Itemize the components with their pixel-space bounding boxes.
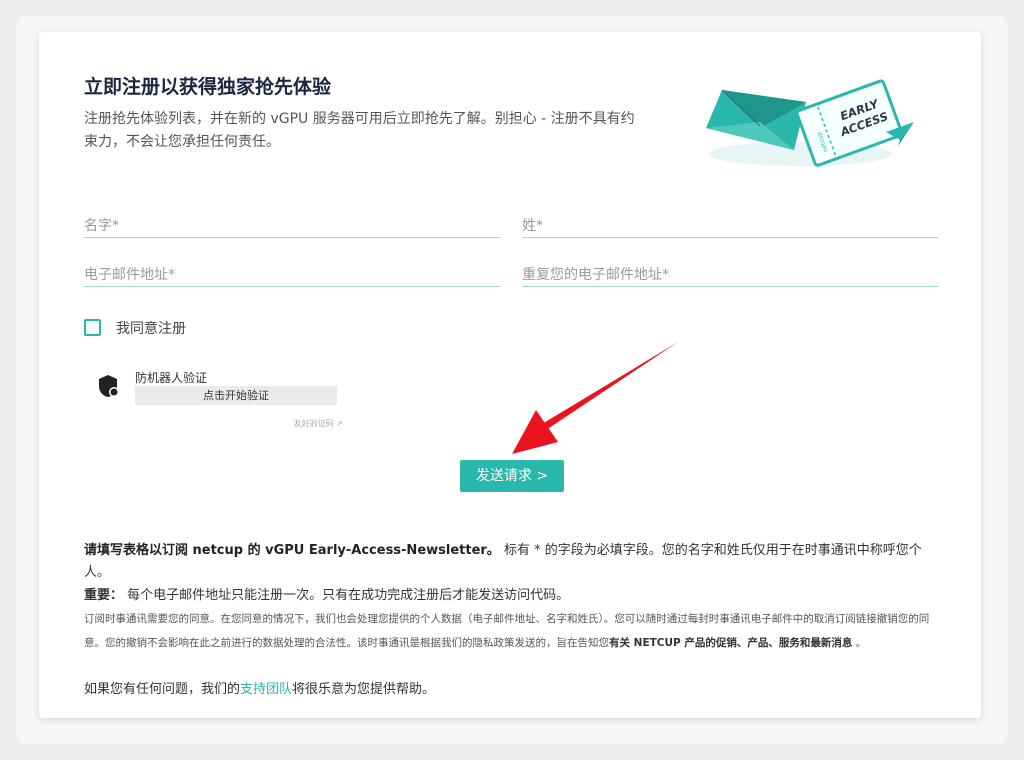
email-repeat-field[interactable]: 重复您的电子邮件地址* (522, 256, 938, 287)
info-p3-end: 。 (852, 637, 867, 649)
info-paragraph-3: 订阅时事通讯需要您的同意。在您同意的情况下，我们也会处理您提供的个人数据（电子邮… (84, 607, 944, 655)
early-access-illustration: EARLY ACCESS netcup (706, 79, 914, 167)
email-field[interactable]: 电子邮件地址* (84, 256, 500, 287)
info-p2-rest: 每个电子邮件地址只能注册一次。只有在成功完成注册后才能发送访问代码。 (123, 588, 570, 603)
page-title: 立即注册以获得独家抢先体验 (84, 76, 332, 98)
shield-icon (99, 375, 119, 397)
agree-checkbox[interactable] (84, 319, 101, 336)
info-p4-before: 如果您有任何问题，我们的 (84, 682, 241, 697)
info-paragraph-1: 请填写表格以订阅 netcup 的 vGPU Early-Access-News… (84, 540, 944, 584)
captcha-widget: 防机器人验证 点击开始验证 友好验证码 ↗ (84, 358, 349, 434)
info-p2-bold: 重要： (84, 588, 124, 603)
envelope-icon (706, 89, 806, 150)
first-name-field[interactable]: 名字* (84, 207, 500, 238)
agree-label: 我同意注册 (116, 321, 186, 337)
info-p4-after: 将很乐意为您提供帮助。 (292, 682, 436, 697)
last-name-placeholder: 姓* (522, 218, 543, 234)
annotation-arrow (512, 342, 678, 454)
intro-text: 注册抢先体验列表，并在新的 vGPU 服务器可用后立即抢先了解。别担心 - 注册… (84, 111, 635, 150)
info-p3-bold: 有关 NETCUP 产品的促销、产品、服务和最新消息 (609, 637, 853, 649)
captcha-start-button[interactable]: 点击开始验证 (135, 386, 337, 405)
support-team-link[interactable]: 支持团队 (240, 682, 292, 697)
captcha-title: 防机器人验证 (135, 371, 208, 385)
submit-button[interactable]: 发送请求 > (460, 460, 564, 492)
captcha-footer-link[interactable]: 友好验证码 ↗ (294, 418, 343, 429)
last-name-field[interactable]: 姓* (522, 207, 938, 238)
email-placeholder: 电子邮件地址* (84, 267, 175, 283)
info-paragraph-4: 如果您有任何问题，我们的支持团队将很乐意为您提供帮助。 (84, 678, 435, 697)
info-p1-bold: 请填写表格以订阅 netcup 的 vGPU Early-Access-News… (84, 543, 500, 558)
info-paragraph-2: 重要： 每个电子邮件地址只能注册一次。只有在成功完成注册后才能发送访问代码。 (84, 584, 569, 603)
first-name-placeholder: 名字* (84, 218, 119, 234)
email-repeat-placeholder: 重复您的电子邮件地址* (522, 267, 669, 283)
